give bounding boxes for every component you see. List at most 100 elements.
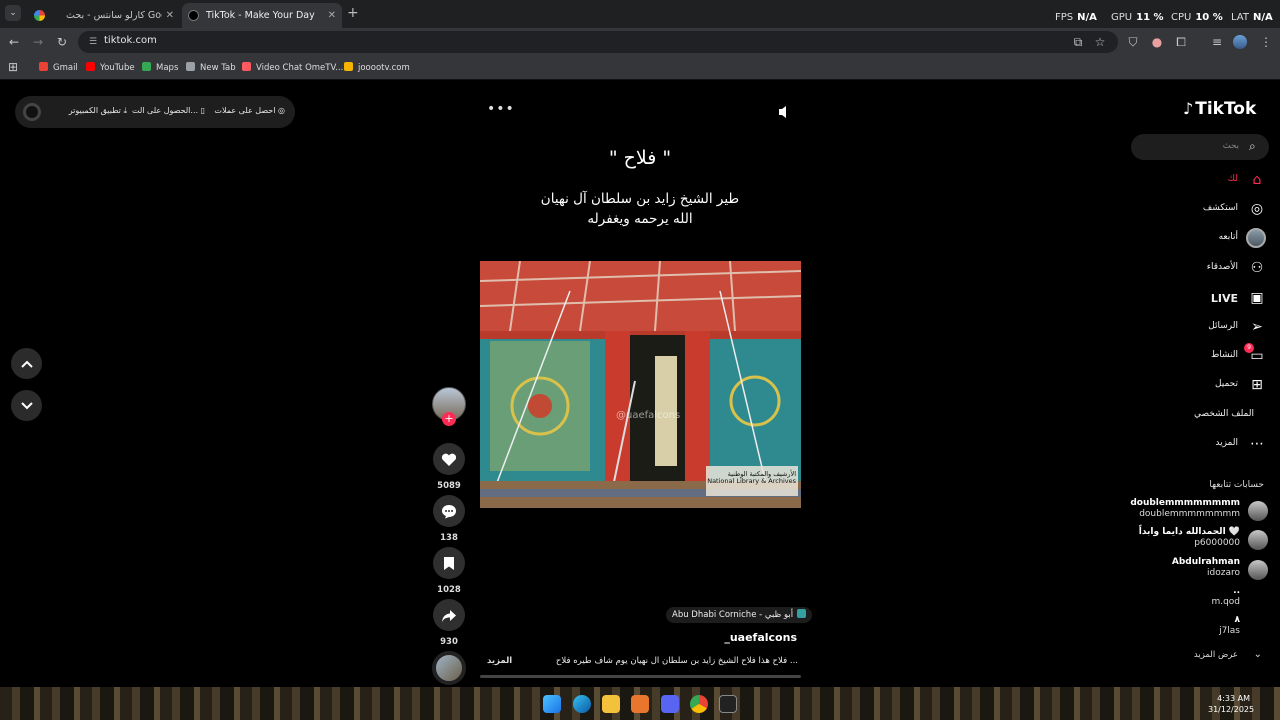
more-options-icon[interactable]: •••	[487, 101, 515, 117]
bookmark-star-icon[interactable]: ☆	[1092, 34, 1108, 50]
clock-date: 31/12/2025	[1208, 705, 1255, 714]
video-progress-bar[interactable]	[480, 675, 801, 678]
sidebar-item-for-you[interactable]: لك ⌂	[1140, 168, 1268, 192]
nav-label: LIVE	[1210, 292, 1238, 305]
lat-readout: LAT N/A	[1231, 12, 1273, 23]
search-icon[interactable]: ⌕	[1249, 139, 1263, 153]
share-button[interactable]	[433, 599, 465, 631]
sidebar-item-friends[interactable]: الأصدقاء ⚇	[1140, 256, 1268, 280]
video-watermark: @uaefalcons	[616, 410, 681, 421]
next-video-button[interactable]	[11, 390, 42, 421]
comment-button[interactable]	[433, 495, 465, 527]
caption-more-link[interactable]: المزيد	[487, 656, 512, 666]
followed-account[interactable]: الحمدالله دايما وابداً 🤍 p6000000	[1130, 527, 1270, 553]
sidebar-item-messages[interactable]: الرسائل ➢	[1140, 315, 1268, 339]
gmail-icon	[39, 62, 48, 71]
location-tag[interactable]: Abu Dhabi Corniche - أبو ظبي	[666, 607, 813, 623]
globe-icon	[186, 62, 195, 71]
tiktok-logo[interactable]: ♪ TikTok	[1183, 99, 1256, 119]
brave-icon[interactable]	[631, 695, 649, 713]
like-button[interactable]	[433, 443, 465, 475]
sidebar-item-live[interactable]: LIVE ▣	[1140, 286, 1268, 310]
youtube-icon	[86, 62, 95, 71]
account-handle: doublemmmmmmmm	[1139, 509, 1240, 519]
follow-plus-icon[interactable]: +	[442, 412, 456, 426]
creator-username[interactable]: _uaefalcons	[620, 631, 797, 644]
music-disc[interactable]	[432, 651, 466, 685]
bookmark-new-tab[interactable]: New Tab	[186, 61, 236, 75]
followed-account[interactable]: ٨ j7las	[1130, 615, 1270, 641]
account-name: ٨	[1234, 615, 1241, 625]
back-icon[interactable]: ←	[6, 34, 22, 50]
media-controls-icon[interactable]: ≡	[1209, 34, 1225, 50]
apps-grid-icon[interactable]: ⊞	[5, 59, 21, 75]
see-more-label: عرض المزيد	[1193, 650, 1238, 660]
upload-icon: ⊞	[1251, 377, 1263, 393]
location-pin-icon	[797, 609, 807, 618]
shield-extension-icon[interactable]: ⛉	[1125, 34, 1141, 50]
chrome-icon[interactable]	[690, 695, 708, 713]
app-icon[interactable]	[719, 695, 737, 713]
profile-avatar-icon[interactable]	[1233, 35, 1247, 49]
bookmark-youtube[interactable]: YouTube	[86, 61, 135, 75]
followed-account[interactable]: doublemmmmmmmm doublemmmmmmmm	[1130, 498, 1270, 524]
see-more-accounts[interactable]: عرض المزيد ⌄	[1140, 649, 1268, 664]
sidebar-item-explore[interactable]: استكشف ◎	[1140, 197, 1268, 221]
perf-label: CPU	[1171, 12, 1192, 23]
volume-muted-icon[interactable]	[778, 105, 790, 119]
nav-label: لك	[1227, 174, 1238, 184]
sidebar-item-following[interactable]: أتابعه	[1140, 226, 1268, 250]
save-button[interactable]	[433, 547, 465, 579]
video-player[interactable]: @uaefalcons الأرشيف والمكتبة الوطنية Nat…	[480, 261, 801, 508]
close-tab-icon[interactable]: ✕	[328, 3, 336, 28]
sidebar-item-upload[interactable]: تحميل ⊞	[1140, 373, 1268, 397]
windows-start-icon[interactable]	[543, 695, 561, 713]
forward-icon[interactable]: →	[30, 34, 46, 50]
browser-tab-active[interactable]: TikTok - Make Your Day ✕	[182, 3, 342, 28]
tiktok-favicon-icon	[188, 10, 199, 21]
account-name: doublemmmmmmmm	[1130, 498, 1240, 508]
edge-icon[interactable]	[573, 695, 591, 713]
bookmark-label: Video Chat OmeTV...	[256, 63, 344, 73]
nav-label: أتابعه	[1218, 232, 1238, 242]
browser-tab[interactable]: كارلو سانتس - بحث Google ✕	[28, 3, 180, 28]
sidebar-item-more[interactable]: المزيد ⋯	[1140, 432, 1268, 456]
nav-label: الأصدقاء	[1206, 262, 1238, 272]
get-coins-link[interactable]: احصل على عملات ◎	[214, 106, 285, 115]
account-handle: m.qod	[1211, 597, 1240, 607]
followed-account[interactable]: Abdulrahman idozaro	[1130, 557, 1270, 583]
bookmarks-bar: ⊞ Gmail YouTube Maps New Tab Video Chat …	[0, 56, 1280, 80]
close-tab-icon[interactable]: ✕	[166, 3, 174, 28]
compass-icon: ◎	[1250, 201, 1264, 217]
get-app-link[interactable]: الحصول على الت... ▯	[132, 106, 205, 115]
site-info-icon[interactable]: ☰	[86, 35, 100, 49]
followed-account[interactable]: .. m.qod	[1130, 586, 1270, 612]
reload-icon[interactable]: ↻	[54, 34, 70, 50]
nav-label: تحميل	[1214, 379, 1238, 389]
sidebar-item-profile[interactable]: الملف الشخصي	[1140, 403, 1268, 427]
bookmark-label: jooootv.com	[358, 63, 410, 73]
file-explorer-icon[interactable]	[602, 695, 620, 713]
clock[interactable]: 4:33 AM 31/12/2025	[1208, 693, 1255, 715]
bookmark-gmail[interactable]: Gmail	[39, 61, 78, 75]
tiktok-note-icon: ♪	[1183, 99, 1194, 118]
maps-icon	[142, 62, 151, 71]
sidebar-item-activity[interactable]: النشاط ▭ 9	[1140, 343, 1268, 368]
extensions-puzzle-icon[interactable]: ⧠	[1173, 34, 1189, 50]
gpu-readout: GPU 11 %	[1111, 12, 1164, 23]
search-input[interactable]: بحث ⌕	[1131, 134, 1269, 160]
address-bar[interactable]: ☰ tiktok.com	[78, 31, 1118, 53]
chrome-menu-icon[interactable]: ⋮	[1258, 34, 1274, 50]
install-app-icon[interactable]: ⧉	[1070, 34, 1086, 50]
bookmark-ometv[interactable]: Video Chat OmeTV...	[242, 61, 343, 75]
previous-video-button[interactable]	[11, 348, 42, 379]
new-tab-button[interactable]: +	[347, 5, 359, 21]
comment-count: 138	[440, 533, 458, 543]
following-avatar-icon	[1246, 228, 1266, 248]
tab-search-button[interactable]: ⌄	[5, 5, 21, 21]
desktop-app-link[interactable]: تطبيق الكمبيوتر ⤓	[69, 106, 127, 116]
bookmark-maps[interactable]: Maps	[142, 61, 178, 75]
bookmark-jooootv[interactable]: jooootv.com	[344, 61, 410, 75]
extension-icon[interactable]: ●	[1149, 34, 1165, 50]
discord-icon[interactable]	[661, 695, 679, 713]
